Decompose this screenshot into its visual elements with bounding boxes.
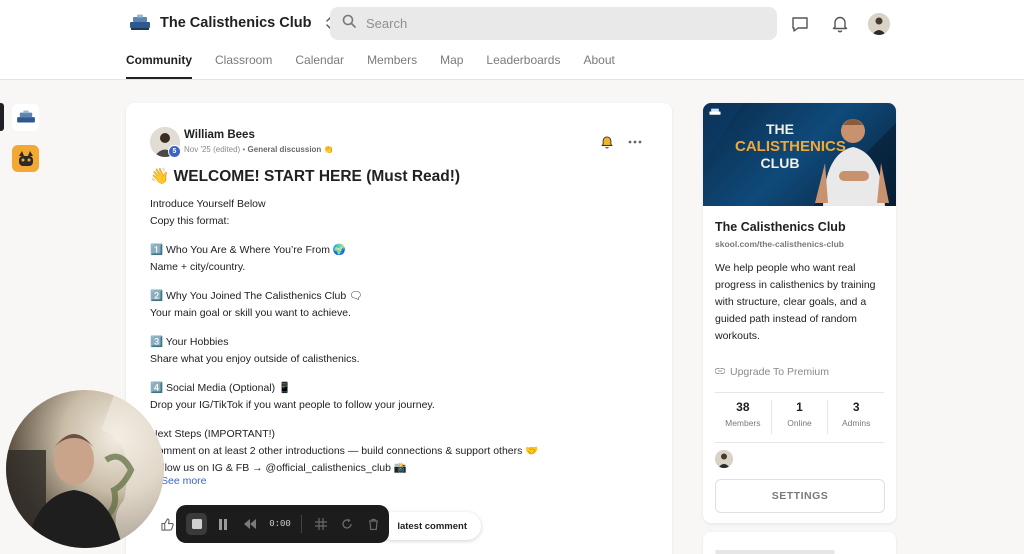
intro-line: Introduce Yourself Below — [150, 198, 266, 210]
post-bell-icon[interactable] — [600, 135, 614, 149]
post-category[interactable]: General discussion 👏 — [248, 145, 334, 154]
search-input[interactable] — [366, 16, 746, 31]
grid-icon[interactable] — [310, 513, 331, 535]
post-meta: Nov '25 (edited) • General discussion 👏 — [184, 145, 334, 154]
tab-calendar[interactable]: Calendar — [295, 52, 344, 79]
search-icon — [342, 14, 356, 33]
webcam-feed — [6, 390, 164, 548]
post-body: Introduce Yourself Below Copy this forma… — [150, 196, 650, 488]
see-more-link[interactable]: See more — [161, 475, 207, 487]
leaderboard-card-header — [715, 550, 835, 554]
stat-label: Admins — [842, 418, 871, 428]
divider — [715, 442, 884, 443]
community-logo-icon — [128, 13, 152, 33]
community-url[interactable]: skool.com/the-calisthenics-club — [715, 239, 844, 249]
search-bar[interactable] — [330, 7, 777, 40]
chat-icon[interactable] — [789, 13, 811, 35]
bell-icon[interactable] — [829, 13, 851, 35]
divider — [715, 392, 884, 393]
banner-line: CLUB — [760, 155, 800, 171]
stat-value: 1 — [796, 400, 803, 414]
member-avatar[interactable] — [715, 450, 733, 468]
community-info-card: THE CALISTHENICS CLUB The Calisthenics C… — [703, 103, 896, 523]
item-body: Name + city/country. — [150, 261, 246, 273]
community-stats: 38 Members 1 Online 3 Admins — [715, 400, 884, 434]
stat-value: 3 — [852, 400, 860, 414]
tab-classroom[interactable]: Classroom — [215, 52, 272, 79]
cat-logo-icon — [14, 147, 37, 170]
item-title: 2️⃣ Why You Joined The Calisthenics Club… — [150, 290, 363, 302]
rewind-icon[interactable] — [239, 513, 260, 535]
latest-comment-button[interactable]: latest comment — [378, 512, 481, 540]
stat-label: Members — [725, 418, 761, 428]
post-title: 👋 WELCOME! START HERE (Must Read!) — [150, 168, 461, 185]
level-badge: 5 — [168, 145, 181, 158]
item-body: Drop your IG/TikTok if you want people t… — [150, 399, 435, 411]
banner-title: THE CALISTHENICS CLUB — [735, 121, 846, 172]
tab-about[interactable]: About — [583, 52, 614, 79]
upgrade-link[interactable]: Upgrade To Premium — [714, 366, 830, 378]
tab-map[interactable]: Map — [440, 52, 463, 79]
next-steps-line: Comment on at least 2 other introduction… — [150, 445, 539, 457]
item-body: Your main goal or skill you want to achi… — [150, 307, 351, 319]
item-title: 4️⃣ Social Media (Optional) 📱 — [150, 382, 292, 394]
like-icon[interactable] — [156, 513, 178, 535]
stat-members[interactable]: 38 Members — [715, 400, 772, 434]
community-name: The Calisthenics Club — [160, 15, 312, 31]
community-banner: THE CALISTHENICS CLUB — [703, 103, 896, 206]
tab-leaderboards[interactable]: Leaderboards — [486, 52, 560, 79]
rail-community-calisthenics[interactable] — [12, 104, 39, 131]
item-title: 3️⃣ Your Hobbies — [150, 336, 229, 348]
upgrade-label: Upgrade To Premium — [730, 366, 830, 378]
meta-separator: • — [242, 145, 246, 154]
user-avatar[interactable] — [868, 13, 890, 35]
item-body: Share what you enjoy outside of calisthe… — [150, 353, 360, 365]
banner-logo-icon — [709, 108, 721, 115]
next-steps-line: Follow us on IG & FB → @official_calisth… — [150, 462, 407, 474]
pause-icon[interactable] — [212, 513, 233, 535]
stat-label: Online — [787, 418, 812, 428]
community-description: We help people who want real progress in… — [715, 262, 876, 342]
item-title: 1️⃣ Who You Are & Where You’re From 🌍 — [150, 244, 346, 256]
tab-members[interactable]: Members — [367, 52, 417, 79]
banner-line: THE — [766, 121, 794, 137]
leaderboard-card — [703, 532, 896, 554]
settings-button[interactable]: SETTINGS — [715, 479, 885, 513]
community-tabs: Community Classroom Calendar Members Map… — [126, 52, 638, 79]
trash-icon[interactable] — [363, 513, 384, 535]
restart-icon[interactable] — [336, 513, 357, 535]
author-name[interactable]: William Bees — [184, 129, 255, 141]
recording-toolbar: 0:00 — [176, 505, 389, 543]
top-header: The Calisthenics Club Community Classroo… — [0, 0, 1024, 80]
intro-line: Copy this format: — [150, 215, 230, 227]
banner-line: CALISTHENICS — [735, 138, 846, 155]
community-switcher[interactable]: The Calisthenics Club — [128, 10, 337, 36]
post-date: Nov '25 (edited) — [184, 145, 241, 154]
webcam-overlay[interactable] — [6, 390, 164, 548]
rail-community-other[interactable] — [12, 145, 39, 172]
active-community-indicator — [0, 103, 4, 131]
stat-admins[interactable]: 3 Admins — [828, 400, 884, 434]
community-title: The Calisthenics Club — [715, 220, 846, 234]
more-options-icon[interactable] — [626, 135, 644, 149]
recording-timer: 0:00 — [269, 519, 291, 529]
calisthenics-logo-icon — [16, 109, 35, 122]
post-card[interactable]: 5 William Bees Nov '25 (edited) • Genera… — [126, 103, 672, 554]
stop-icon[interactable] — [186, 513, 208, 535]
link-icon — [714, 366, 726, 378]
tab-community[interactable]: Community — [126, 52, 192, 79]
divider — [300, 515, 302, 533]
stat-online[interactable]: 1 Online — [772, 400, 829, 434]
next-steps-title: Next Steps (IMPORTANT!) — [150, 428, 276, 440]
stat-value: 38 — [736, 400, 750, 414]
